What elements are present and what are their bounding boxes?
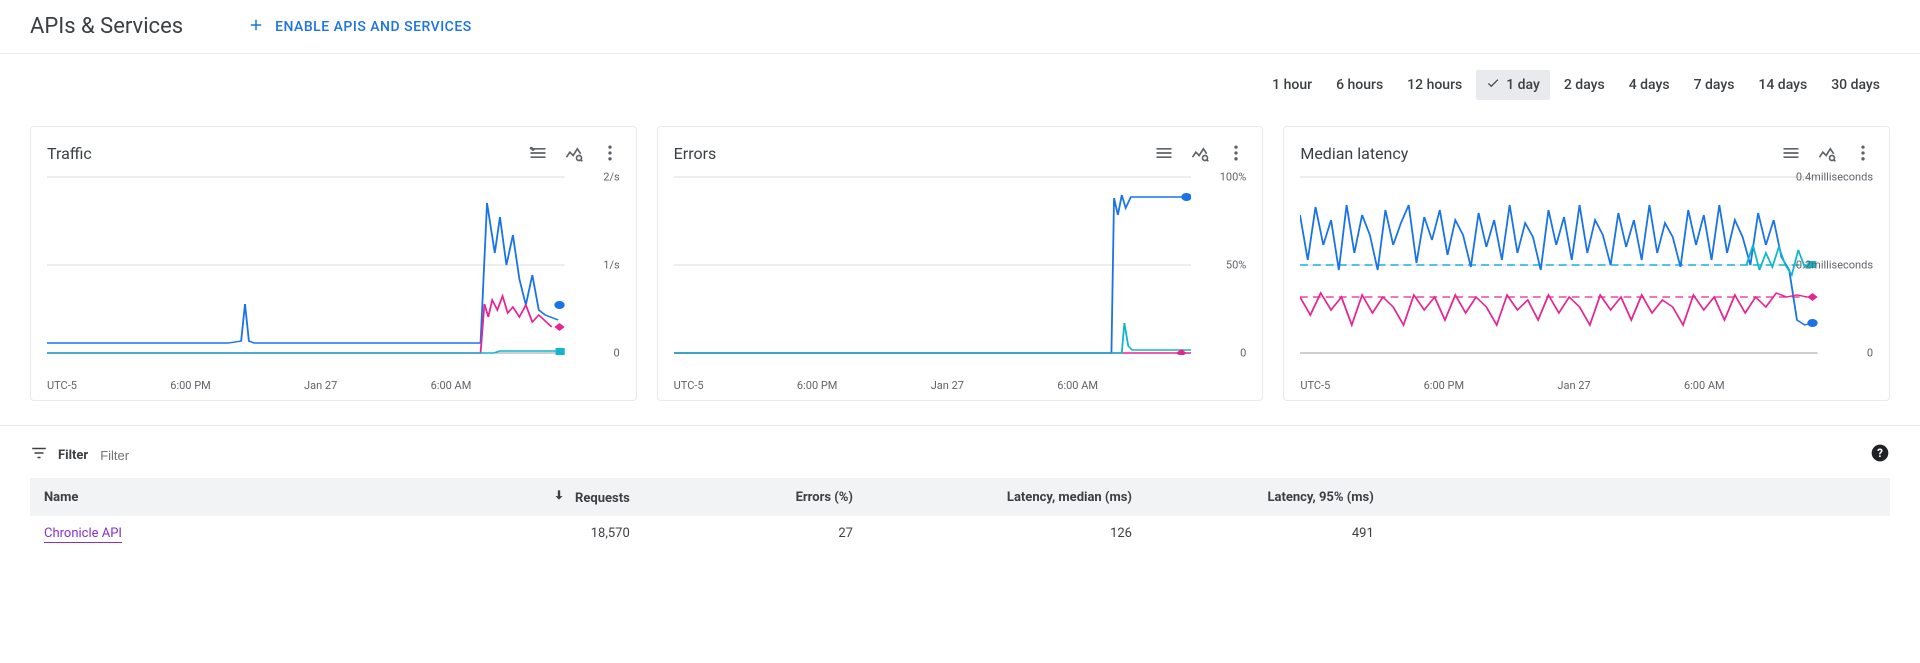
plus-icon: [247, 16, 265, 38]
help-icon[interactable]: ?: [1870, 443, 1890, 467]
explore-metrics-icon[interactable]: [1817, 143, 1837, 163]
page-title: APIs & Services: [30, 14, 183, 39]
traffic-card: Traffic: [30, 126, 637, 401]
errors-ytick-2: 0: [1240, 347, 1246, 360]
latency-x-axis: UTC-5 6:00 PM Jan 27 6:00 AM: [1300, 375, 1873, 392]
col-name[interactable]: Name: [30, 478, 458, 516]
cell-latency-p95: 491: [1146, 516, 1388, 551]
col-requests-label: Requests: [575, 491, 630, 506]
cell-latency-median: 126: [867, 516, 1146, 551]
charts-row: Traffic: [0, 110, 1920, 409]
sort-descending-icon: [552, 491, 569, 506]
traffic-ytick-1: 1/s: [603, 259, 619, 272]
time-range-1-hour[interactable]: 1 hour: [1262, 70, 1322, 100]
svg-text:?: ?: [1877, 446, 1883, 460]
check-icon: [1486, 76, 1500, 94]
filter-input[interactable]: [98, 447, 1890, 464]
page-header: APIs & Services ENABLE APIS AND SERVICES: [0, 0, 1920, 54]
legend-toggle-icon[interactable]: [1781, 143, 1801, 163]
table-row: Chronicle API 18,570 27 126 491: [30, 516, 1890, 551]
api-link-chronicle[interactable]: Chronicle API: [44, 526, 122, 543]
x-tz: UTC-5: [1300, 379, 1330, 392]
more-options-icon[interactable]: [600, 143, 620, 163]
api-table: Name Requests Errors (%) Latency, median…: [30, 478, 1890, 551]
enable-apis-label: ENABLE APIS AND SERVICES: [275, 19, 472, 35]
time-range-1-day-label: 1 day: [1506, 77, 1540, 93]
errors-card: Errors: [657, 126, 1264, 401]
errors-ytick-1: 50%: [1226, 259, 1246, 272]
time-range-selector: 1 hour 6 hours 12 hours 1 day 2 days 4 d…: [0, 54, 1920, 110]
filter-bar: Filter ?: [30, 438, 1890, 472]
x-tz: UTC-5: [47, 379, 77, 392]
latency-ytick-1: 0.2milliseconds: [1796, 259, 1873, 272]
traffic-ytick-2: 0: [613, 347, 619, 360]
col-latency-p95[interactable]: Latency, 95% (ms): [1146, 478, 1388, 516]
x-tick: Jan 27: [1557, 379, 1590, 392]
more-options-icon[interactable]: [1226, 143, 1246, 163]
x-tick: 6:00 PM: [1424, 379, 1464, 392]
errors-ytick-0: 100%: [1220, 171, 1247, 184]
x-tick: 6:00 AM: [1684, 379, 1725, 392]
time-range-7-days[interactable]: 7 days: [1684, 70, 1745, 100]
x-tick: 6:00 AM: [431, 379, 472, 392]
api-table-section: Filter ? Name Requests Errors (%) Latenc…: [0, 425, 1920, 563]
latency-ytick-0: 0.4milliseconds: [1796, 171, 1873, 184]
time-range-4-days[interactable]: 4 days: [1619, 70, 1680, 100]
time-range-1-day[interactable]: 1 day: [1476, 70, 1550, 100]
explore-metrics-icon[interactable]: [1190, 143, 1210, 163]
col-errors[interactable]: Errors (%): [644, 478, 867, 516]
latency-chart[interactable]: 0.4milliseconds 0.2milliseconds 0: [1300, 175, 1873, 375]
explore-metrics-icon[interactable]: [564, 143, 584, 163]
x-tick: 6:00 AM: [1057, 379, 1098, 392]
x-tz: UTC-5: [674, 379, 704, 392]
col-requests[interactable]: Requests: [458, 478, 644, 516]
legend-toggle-icon[interactable]: [528, 143, 548, 163]
enable-apis-button[interactable]: ENABLE APIS AND SERVICES: [247, 16, 472, 38]
traffic-chart[interactable]: 2/s 1/s 0: [47, 175, 620, 375]
time-range-2-days[interactable]: 2 days: [1554, 70, 1615, 100]
col-latency-median[interactable]: Latency, median (ms): [867, 478, 1146, 516]
x-tick: Jan 27: [931, 379, 964, 392]
latency-ytick-2: 0: [1867, 347, 1873, 360]
latency-title: Median latency: [1300, 144, 1408, 163]
traffic-ytick-0: 2/s: [603, 171, 619, 184]
time-range-6-hours[interactable]: 6 hours: [1326, 70, 1393, 100]
x-tick: Jan 27: [304, 379, 337, 392]
x-tick: 6:00 PM: [170, 379, 210, 392]
filter-icon[interactable]: [30, 444, 48, 466]
traffic-x-axis: UTC-5 6:00 PM Jan 27 6:00 AM: [47, 375, 620, 392]
errors-x-axis: UTC-5 6:00 PM Jan 27 6:00 AM: [674, 375, 1247, 392]
errors-title: Errors: [674, 144, 717, 163]
cell-errors: 27: [644, 516, 867, 551]
errors-chart[interactable]: 100% 50% 0: [674, 175, 1247, 375]
filter-label: Filter: [58, 448, 88, 463]
legend-toggle-icon[interactable]: [1154, 143, 1174, 163]
time-range-30-days[interactable]: 30 days: [1821, 70, 1890, 100]
cell-requests: 18,570: [458, 516, 644, 551]
traffic-title: Traffic: [47, 144, 92, 163]
x-tick: 6:00 PM: [797, 379, 837, 392]
time-range-14-days[interactable]: 14 days: [1748, 70, 1817, 100]
latency-card: Median latency: [1283, 126, 1890, 401]
time-range-12-hours[interactable]: 12 hours: [1397, 70, 1472, 100]
more-options-icon[interactable]: [1853, 143, 1873, 163]
